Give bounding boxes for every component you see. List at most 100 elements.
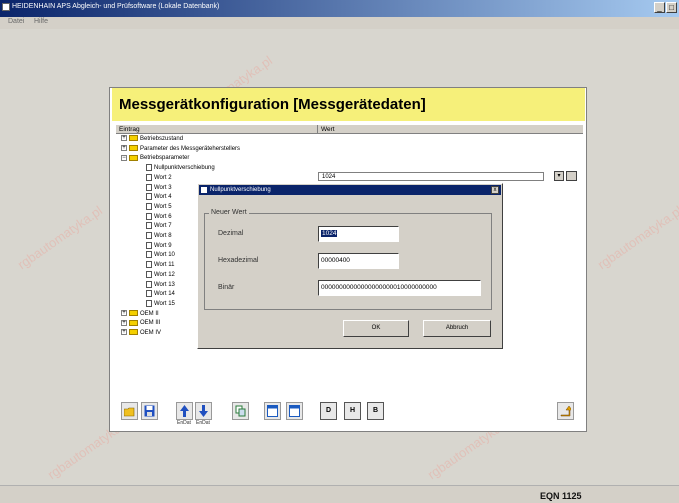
dropdown-button[interactable]: ▾	[554, 171, 564, 181]
tree-item-label: Wort 4	[154, 194, 172, 201]
close-icon[interactable]: x	[491, 186, 499, 194]
document-icon	[146, 232, 152, 239]
save-button[interactable]	[141, 402, 158, 420]
expander-icon[interactable]: +	[121, 310, 127, 317]
binaer-label: Binär	[218, 284, 235, 291]
upload-arrow-icon	[180, 405, 189, 417]
column-header-eintrag[interactable]: Eintrag	[116, 125, 318, 134]
minimize-button[interactable]: _	[654, 2, 665, 13]
device-model: EQN 1125	[540, 491, 582, 501]
exit-button[interactable]	[557, 402, 574, 420]
binaer-input[interactable]: 00000000000000000000010000000000	[318, 280, 481, 296]
endat-write-button[interactable]	[195, 402, 212, 420]
document-icon	[146, 290, 152, 298]
group-label: Neuer Wert	[209, 209, 249, 216]
tree-item[interactable]: + Parameter des Messgeräteherstellers	[121, 145, 240, 154]
tree-item-label: OEM IV	[140, 330, 162, 336]
tree-item-label: Betriebsparameter	[140, 155, 190, 162]
folder-icon	[129, 310, 138, 317]
maximize-button[interactable]: □	[666, 2, 677, 13]
document-icon	[146, 212, 152, 220]
menu-bar: Datei Hilfe	[0, 17, 679, 29]
expander-icon[interactable]: +	[121, 329, 127, 336]
expander-icon[interactable]: −	[121, 154, 127, 161]
tree-item[interactable]: Wort 14	[146, 290, 175, 299]
value-field[interactable]: 1024	[318, 172, 544, 181]
column-header-wert[interactable]: Wert	[318, 125, 583, 134]
folder-icon	[129, 319, 138, 326]
copy-icon	[235, 405, 246, 417]
open-folder-button[interactable]	[121, 402, 138, 420]
tree-item-label: Wort 9	[154, 242, 172, 249]
decimal-mode-button[interactable]: D	[320, 402, 337, 420]
dezimal-value: 1024	[321, 230, 338, 237]
tree-item[interactable]: Wort 15	[146, 299, 175, 309]
tree-item[interactable]: Wort 9	[146, 241, 172, 251]
tree-item[interactable]: Nullpunktverschiebung	[146, 164, 215, 173]
tree-item-label: Wort 2	[154, 174, 172, 181]
endat-caption: EnDat	[196, 420, 210, 426]
hexadezimal-input[interactable]: 00000400	[318, 253, 399, 269]
tree-item[interactable]: Wort 8	[146, 232, 172, 241]
exit-arrow-icon	[560, 405, 571, 417]
document-icon	[146, 261, 152, 269]
tree-item[interactable]: Wort 12	[146, 270, 175, 280]
hex-mode-button[interactable]: H	[344, 402, 361, 420]
ellipsis-button[interactable]	[566, 171, 577, 181]
tree-item[interactable]: Wort 6	[146, 212, 172, 222]
document-icon	[146, 202, 152, 210]
tree-item[interactable]: Wort 7	[146, 222, 172, 231]
tree-item[interactable]: Wort 10	[146, 251, 175, 260]
tree-item-label: Wort 15	[154, 300, 175, 307]
document-icon	[146, 183, 152, 191]
copy-button[interactable]	[232, 402, 249, 420]
document-icon	[146, 164, 152, 172]
tree-item[interactable]: + OEM III	[121, 319, 160, 328]
tree-item[interactable]: − Betriebsparameter	[121, 154, 189, 163]
ok-button[interactable]: OK	[343, 320, 409, 337]
tree-item-label: OEM II	[140, 310, 159, 317]
hexadezimal-label: Hexadezimal	[218, 257, 259, 264]
document-icon	[146, 299, 152, 307]
tree-item[interactable]: + Betriebszustand	[121, 135, 183, 144]
floppy-icon	[144, 405, 155, 417]
view-button-2[interactable]	[286, 402, 303, 420]
document-icon	[146, 193, 152, 201]
tree-item-label: Wort 11	[154, 262, 175, 269]
window-title-bar: HEIDENHAIN APS Abgleich- und Prüfsoftwar…	[0, 0, 679, 17]
view-button-1[interactable]	[264, 402, 281, 420]
menu-datei[interactable]: Datei	[8, 18, 24, 25]
tree-item-label: Wort 6	[154, 213, 172, 220]
expander-icon[interactable]: +	[121, 319, 127, 326]
tree-item-label: Wort 12	[154, 271, 175, 278]
tree-item-label: Wort 13	[154, 281, 175, 288]
folder-icon	[129, 135, 138, 142]
binary-mode-button[interactable]: B	[367, 402, 384, 420]
menu-hilfe[interactable]: Hilfe	[34, 18, 48, 25]
tree-item[interactable]: Wort 5	[146, 202, 172, 212]
tree-item[interactable]: + OEM II	[121, 310, 159, 319]
dialog-title-bar: Nullpunktverschiebung x	[199, 185, 501, 195]
tree-item[interactable]: Wort 11	[146, 261, 174, 270]
document-icon	[146, 270, 152, 278]
tree-item-label: Wort 8	[154, 233, 172, 240]
tree-item[interactable]: + OEM IV	[121, 329, 161, 338]
tree-item[interactable]: Wort 3	[146, 183, 172, 193]
tree-item[interactable]: Wort 4	[146, 193, 172, 202]
expander-icon[interactable]: +	[121, 135, 127, 142]
window-title: HEIDENHAIN APS Abgleich- und Prüfsoftwar…	[12, 3, 220, 10]
document-icon	[146, 222, 152, 230]
endat-read-button[interactable]	[176, 402, 193, 420]
dezimal-input[interactable]: 1024	[318, 226, 399, 242]
tree-item-label: Wort 7	[154, 223, 172, 230]
tree-item-label: Nullpunktverschiebung	[154, 165, 215, 172]
window-icon	[289, 405, 300, 417]
endat-caption: EnDat	[177, 420, 191, 426]
tree-item[interactable]: Wort 2	[146, 173, 172, 183]
download-arrow-icon	[199, 405, 208, 417]
banner: Messgerätkonfiguration [Messgerätedaten]	[112, 88, 585, 121]
status-bar: EQN 1125	[0, 485, 679, 503]
tree-item[interactable]: Wort 13	[146, 280, 175, 290]
expander-icon[interactable]: +	[121, 145, 127, 152]
cancel-button[interactable]: Abbruch	[423, 320, 491, 337]
